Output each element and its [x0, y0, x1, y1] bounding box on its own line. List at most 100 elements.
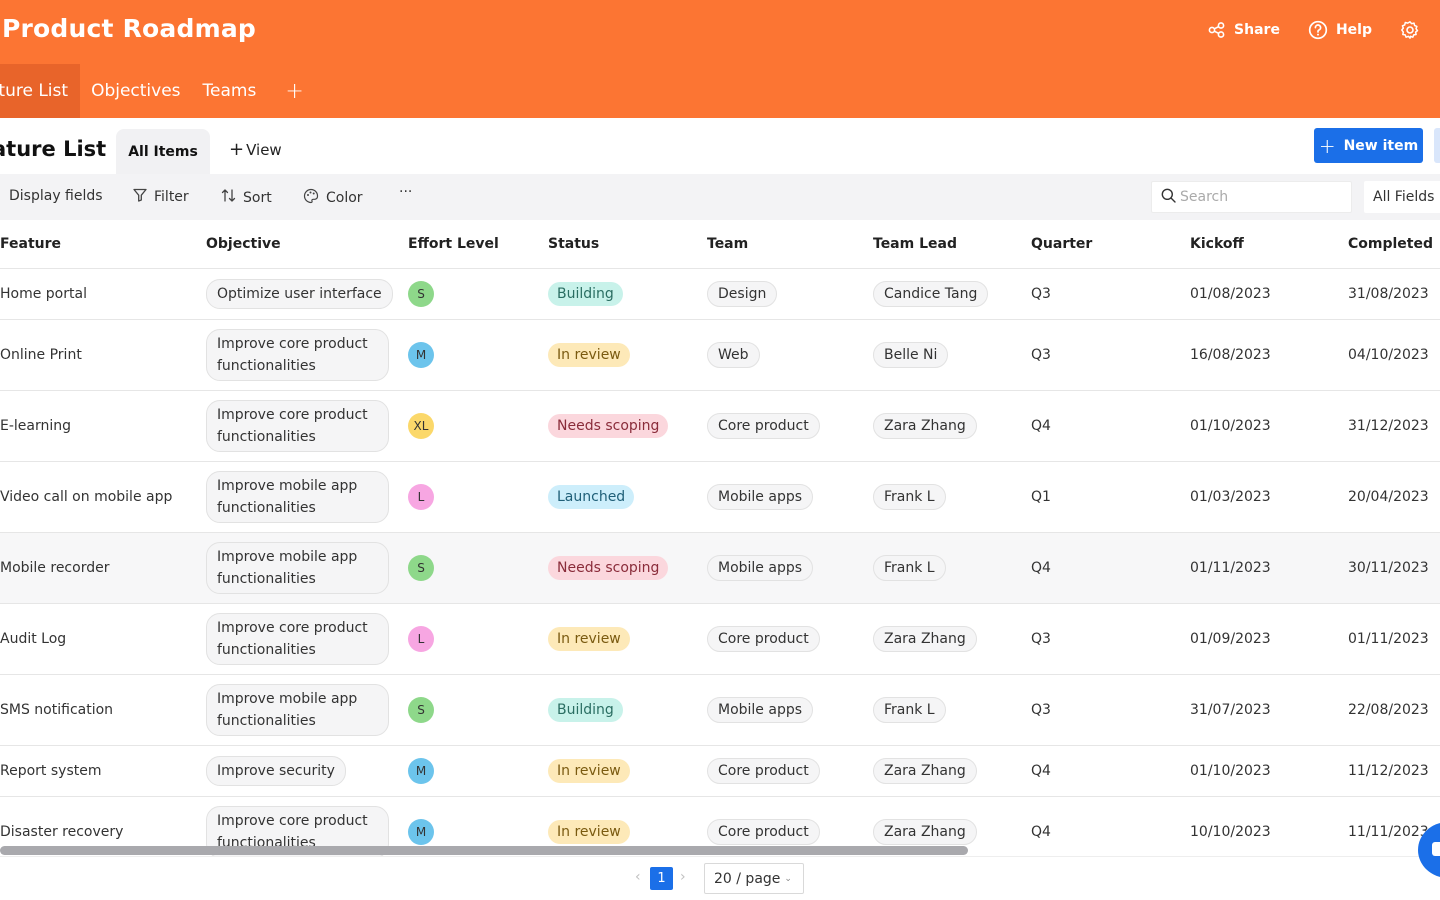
team-cell[interactable]: Mobile apps — [707, 461, 873, 533]
column-header-objective[interactable]: Objective — [206, 220, 408, 269]
quarter-cell[interactable]: Q3 — [1031, 268, 1190, 320]
kickoff-cell[interactable]: 01/11/2023 — [1190, 532, 1348, 604]
table-row[interactable]: Online Print Improve core product functio… — [0, 319, 1440, 391]
quarter-cell[interactable]: Q4 — [1031, 532, 1190, 604]
tab-feature-list[interactable]: ature List — [0, 64, 81, 118]
kickoff-cell[interactable]: 10/10/2023 — [1190, 796, 1348, 856]
team-cell[interactable]: Design — [707, 268, 873, 320]
table-row[interactable]: Mobile recorder Improve mobile app functi… — [0, 532, 1440, 604]
team-lead-cell[interactable]: Zara Zhang — [873, 390, 1031, 462]
feature-cell[interactable]: Mobile recorder — [0, 532, 206, 604]
display-fields-button[interactable]: Display fields — [9, 188, 103, 204]
table-row[interactable]: E-learning Improve core product functiona… — [0, 390, 1440, 462]
table-row[interactable]: SMS notification Improve mobile app funct… — [0, 674, 1440, 746]
column-header-team-lead[interactable]: Team Lead — [873, 220, 1031, 269]
objective-cell[interactable]: Improve core product functionalities — [206, 319, 408, 391]
status-cell[interactable]: Building — [548, 674, 707, 746]
column-header-status[interactable]: Status — [548, 220, 707, 269]
column-header-feature[interactable]: Feature — [0, 220, 206, 269]
objective-cell[interactable]: Improve core product functionalities — [206, 390, 408, 462]
effort-cell[interactable]: XL — [408, 390, 548, 462]
quarter-cell[interactable]: Q1 — [1031, 461, 1190, 533]
table-row[interactable]: Report system Improve security M In review C… — [0, 745, 1440, 797]
column-header-kickoff[interactable]: Kickoff — [1190, 220, 1348, 269]
effort-cell[interactable]: S — [408, 268, 548, 320]
team-cell[interactable]: Core product — [707, 603, 873, 675]
completed-cell[interactable]: 11/12/2023 — [1348, 745, 1440, 797]
help-button[interactable]: Help — [1308, 20, 1372, 40]
team-cell[interactable]: Core product — [707, 745, 873, 797]
new-item-button[interactable]: + New item — [1314, 128, 1423, 163]
page-size-select[interactable]: 20 / page ⌄ — [704, 863, 804, 894]
feature-cell[interactable]: Report system — [0, 745, 206, 797]
feature-cell[interactable]: Online Print — [0, 319, 206, 391]
team-cell[interactable]: Mobile apps — [707, 674, 873, 746]
quarter-cell[interactable]: Q4 — [1031, 745, 1190, 797]
status-cell[interactable]: In review — [548, 603, 707, 675]
team-lead-cell[interactable]: Candice Tang — [873, 268, 1031, 320]
status-cell[interactable]: Needs scoping — [548, 390, 707, 462]
quarter-cell[interactable]: Q3 — [1031, 319, 1190, 391]
feature-cell[interactable]: E-learning — [0, 390, 206, 462]
team-cell[interactable]: Core product — [707, 390, 873, 462]
quarter-cell[interactable]: Q4 — [1031, 390, 1190, 462]
effort-cell[interactable]: L — [408, 461, 548, 533]
objective-cell[interactable]: Improve core product functionalities — [206, 603, 408, 675]
objective-cell[interactable]: Optimize user interface — [206, 268, 408, 320]
column-header-completed[interactable]: Completed — [1348, 220, 1440, 269]
effort-cell[interactable]: S — [408, 532, 548, 604]
status-cell[interactable]: Building — [548, 268, 707, 320]
completed-cell[interactable]: 30/11/2023 — [1348, 532, 1440, 604]
color-button[interactable]: Color — [303, 188, 363, 208]
prev-page-icon[interactable]: ‹ — [635, 869, 641, 885]
feature-cell[interactable]: SMS notification — [0, 674, 206, 746]
view-tab-all-items[interactable]: All Items — [116, 129, 210, 174]
horizontal-scrollbar[interactable] — [0, 846, 968, 855]
sort-button[interactable]: Sort — [221, 188, 272, 207]
table-row[interactable]: Video call on mobile app Improve mobile a… — [0, 461, 1440, 533]
more-actions-button[interactable] — [1434, 128, 1440, 163]
settings-button[interactable] — [1400, 20, 1420, 40]
kickoff-cell[interactable]: 16/08/2023 — [1190, 319, 1348, 391]
objective-cell[interactable]: Improve mobile app functionalities — [206, 461, 408, 533]
kickoff-cell[interactable]: 01/08/2023 — [1190, 268, 1348, 320]
team-lead-cell[interactable]: Zara Zhang — [873, 603, 1031, 675]
filter-button[interactable]: Filter — [133, 188, 189, 206]
more-options-button[interactable]: ··· — [399, 184, 412, 200]
objective-cell[interactable]: Improve mobile app functionalities — [206, 674, 408, 746]
team-cell[interactable]: Web — [707, 319, 873, 391]
share-button[interactable]: Share — [1208, 22, 1280, 38]
effort-cell[interactable]: S — [408, 674, 548, 746]
team-cell[interactable]: Mobile apps — [707, 532, 873, 604]
quarter-cell[interactable]: Q3 — [1031, 674, 1190, 746]
effort-cell[interactable]: M — [408, 745, 548, 797]
search-input[interactable]: Search — [1151, 181, 1352, 213]
column-header-quarter[interactable]: Quarter — [1031, 220, 1190, 269]
feature-cell[interactable]: Audit Log — [0, 603, 206, 675]
status-cell[interactable]: Needs scoping — [548, 532, 707, 604]
add-view-button[interactable]: + View — [229, 141, 282, 160]
kickoff-cell[interactable]: 01/09/2023 — [1190, 603, 1348, 675]
kickoff-cell[interactable]: 01/03/2023 — [1190, 461, 1348, 533]
table-row[interactable]: Home portal Optimize user interface S Build… — [0, 268, 1440, 320]
completed-cell[interactable]: 04/10/2023 — [1348, 319, 1440, 391]
tab-teams[interactable]: Teams — [192, 64, 268, 118]
team-lead-cell[interactable]: Belle Ni — [873, 319, 1031, 391]
add-tab-button[interactable]: + — [267, 64, 321, 118]
kickoff-cell[interactable]: 01/10/2023 — [1190, 390, 1348, 462]
quarter-cell[interactable]: Q4 — [1031, 796, 1190, 856]
effort-cell[interactable]: L — [408, 603, 548, 675]
completed-cell[interactable]: 31/12/2023 — [1348, 390, 1440, 462]
kickoff-cell[interactable]: 01/10/2023 — [1190, 745, 1348, 797]
team-lead-cell[interactable]: Zara Zhang — [873, 745, 1031, 797]
effort-cell[interactable]: M — [408, 319, 548, 391]
objective-cell[interactable]: Improve mobile app functionalities — [206, 532, 408, 604]
completed-cell[interactable]: 20/04/2023 — [1348, 461, 1440, 533]
completed-cell[interactable]: 01/11/2023 — [1348, 603, 1440, 675]
status-cell[interactable]: Launched — [548, 461, 707, 533]
feature-cell[interactable]: Video call on mobile app — [0, 461, 206, 533]
status-cell[interactable]: In review — [548, 319, 707, 391]
status-cell[interactable]: In review — [548, 745, 707, 797]
table-row[interactable]: Audit Log Improve core product functional… — [0, 603, 1440, 675]
team-lead-cell[interactable]: Frank L — [873, 461, 1031, 533]
